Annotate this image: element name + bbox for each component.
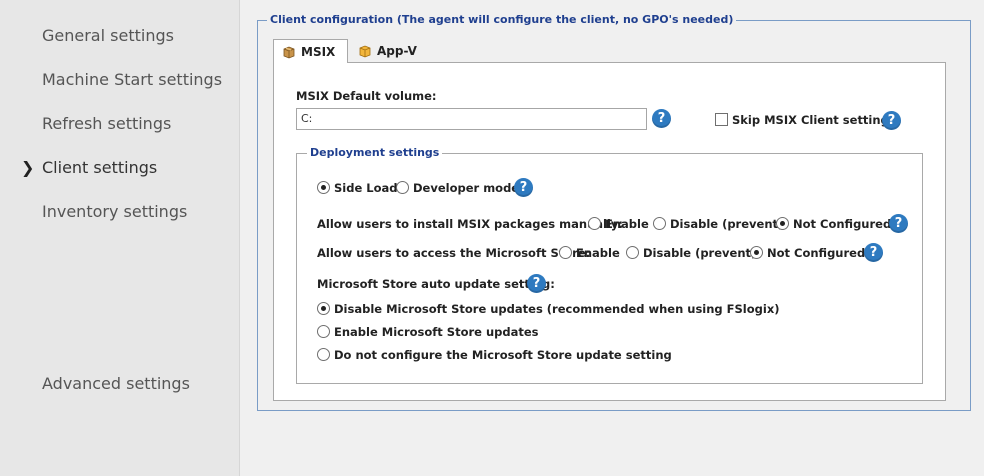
msix-tab-panel: MSIX Default volume: C: ? Skip MSIX Clie… — [273, 62, 946, 401]
install-manually-enable-label: Enable — [605, 217, 649, 231]
tab-appv-label: App-V — [377, 44, 417, 58]
tab-msix[interactable]: MSIX — [273, 39, 348, 63]
do-not-configure-updates-radio[interactable] — [317, 348, 330, 361]
tab-appv[interactable]: App-V — [350, 39, 430, 63]
side-load-radio[interactable] — [317, 181, 330, 194]
store-access-help-icon[interactable]: ? — [864, 243, 883, 262]
install-manually-not-configured-label: Not Configured — [793, 217, 892, 231]
main-content: Client configuration (The agent will con… — [240, 0, 984, 476]
store-access-not-configured-radio[interactable] — [750, 246, 763, 259]
msix-default-volume-input[interactable]: C: — [296, 108, 647, 130]
store-access-enable-radio[interactable] — [559, 246, 572, 259]
install-manually-enable-radio[interactable] — [588, 217, 601, 230]
disable-store-updates-radio[interactable] — [317, 302, 330, 315]
do-not-configure-updates-label: Do not configure the Microsoft Store upd… — [334, 348, 672, 362]
deployment-mode-help-icon[interactable]: ? — [514, 178, 533, 197]
volume-help-icon[interactable]: ? — [652, 109, 671, 128]
sidebar-item-machine-start[interactable]: Machine Start settings — [42, 70, 222, 89]
settings-sidebar: General settings Machine Start settings … — [0, 0, 240, 476]
msix-default-volume-label: MSIX Default volume: — [296, 89, 437, 103]
deployment-settings-group: Deployment settings Side Load Developer … — [296, 146, 923, 384]
skip-client-help-icon[interactable]: ? — [882, 111, 901, 130]
install-manually-disable-radio[interactable] — [653, 217, 666, 230]
store-access-not-configured-label: Not Configured — [767, 246, 866, 260]
chevron-right-icon: ❯ — [21, 158, 35, 177]
sidebar-item-advanced[interactable]: Advanced settings — [42, 374, 190, 393]
sidebar-item-inventory[interactable]: Inventory settings — [42, 202, 187, 221]
disable-store-updates-label: Disable Microsoft Store updates (recomme… — [334, 302, 780, 316]
developer-mode-label: Developer mode — [413, 181, 520, 195]
auto-update-label: Microsoft Store auto update setting: — [317, 277, 555, 291]
store-access-disable-radio[interactable] — [626, 246, 639, 259]
skip-msix-client-checkbox[interactable] — [715, 113, 728, 126]
skip-msix-client-label: Skip MSIX Client settings — [732, 113, 896, 127]
install-manually-help-icon[interactable]: ? — [889, 214, 908, 233]
package-icon — [282, 45, 296, 59]
client-configuration-group: Client configuration (The agent will con… — [257, 13, 971, 411]
appv-package-icon — [358, 44, 372, 58]
auto-update-help-icon[interactable]: ? — [527, 274, 546, 293]
install-manually-label: Allow users to install MSIX packages man… — [317, 217, 624, 231]
deployment-settings-legend: Deployment settings — [307, 146, 443, 159]
enable-store-updates-radio[interactable] — [317, 325, 330, 338]
store-access-label: Allow users to access the Microsoft Stor… — [317, 246, 591, 260]
sidebar-item-client[interactable]: Client settings — [42, 158, 157, 177]
store-access-enable-label: Enable — [576, 246, 620, 260]
enable-store-updates-label: Enable Microsoft Store updates — [334, 325, 539, 339]
install-manually-not-configured-radio[interactable] — [776, 217, 789, 230]
sidebar-item-refresh[interactable]: Refresh settings — [42, 114, 171, 133]
tab-msix-label: MSIX — [301, 44, 336, 59]
sidebar-item-general[interactable]: General settings — [42, 26, 174, 45]
install-manually-disable-label: Disable (prevent) — [670, 217, 784, 231]
store-access-disable-label: Disable (prevent) — [643, 246, 757, 260]
side-load-label: Side Load — [334, 181, 398, 195]
developer-mode-radio[interactable] — [396, 181, 409, 194]
client-configuration-legend: Client configuration (The agent will con… — [267, 13, 737, 26]
